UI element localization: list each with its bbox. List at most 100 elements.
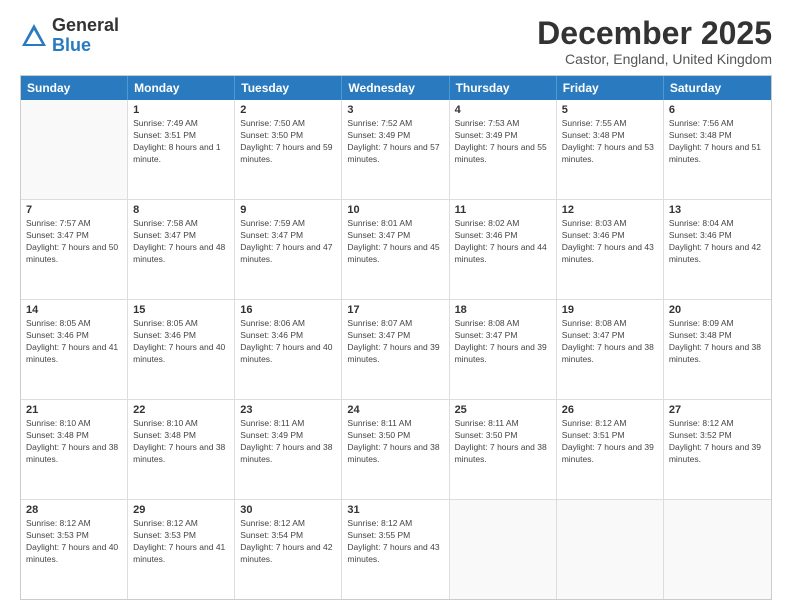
cell-info: Sunrise: 7:58 AMSunset: 3:47 PMDaylight:…	[133, 218, 229, 266]
day-number: 14	[26, 304, 122, 316]
calendar-body: 1 Sunrise: 7:49 AMSunset: 3:51 PMDaylight…	[21, 100, 771, 599]
cell-info: Sunrise: 8:08 AMSunset: 3:47 PMDaylight:…	[455, 318, 551, 366]
day-number: 1	[133, 104, 229, 116]
cell-info: Sunrise: 8:05 AMSunset: 3:46 PMDaylight:…	[133, 318, 229, 366]
calendar-cell: 31Sunrise: 8:12 AMSunset: 3:55 PMDayligh…	[342, 500, 449, 599]
cell-info: Sunrise: 8:12 AMSunset: 3:53 PMDaylight:…	[133, 518, 229, 566]
calendar-cell: 22 Sunrise: 8:10 AMSunset: 3:48 PMDayligh…	[128, 400, 235, 499]
header-day-wednesday: Wednesday	[342, 76, 449, 100]
month-title: December 2025	[537, 16, 772, 51]
cell-info: Sunrise: 7:52 AMSunset: 3:49 PMDaylight:…	[347, 118, 443, 166]
day-number: 19	[562, 304, 658, 316]
calendar-cell: 25Sunrise: 8:11 AMSunset: 3:50 PMDayligh…	[450, 400, 557, 499]
header-day-saturday: Saturday	[664, 76, 771, 100]
calendar-cell: 7 Sunrise: 7:57 AMSunset: 3:47 PMDaylight…	[21, 200, 128, 299]
cell-info: Sunrise: 8:12 AMSunset: 3:51 PMDaylight:…	[562, 418, 658, 466]
day-number: 2	[240, 104, 336, 116]
day-number: 13	[669, 204, 766, 216]
cell-info: Sunrise: 8:03 AMSunset: 3:46 PMDaylight:…	[562, 218, 658, 266]
calendar-cell: 6 Sunrise: 7:56 AMSunset: 3:48 PMDaylight…	[664, 100, 771, 199]
cell-info: Sunrise: 8:11 AMSunset: 3:49 PMDaylight:…	[240, 418, 336, 466]
calendar-cell: 5 Sunrise: 7:55 AMSunset: 3:48 PMDaylight…	[557, 100, 664, 199]
day-number: 28	[26, 504, 122, 516]
calendar-cell: 10 Sunrise: 8:01 AMSunset: 3:47 PMDayligh…	[342, 200, 449, 299]
calendar-cell: 16Sunrise: 8:06 AMSunset: 3:46 PMDayligh…	[235, 300, 342, 399]
cell-info: Sunrise: 8:04 AMSunset: 3:46 PMDaylight:…	[669, 218, 766, 266]
calendar-cell: 14 Sunrise: 8:05 AMSunset: 3:46 PMDayligh…	[21, 300, 128, 399]
calendar-row-2: 14 Sunrise: 8:05 AMSunset: 3:46 PMDayligh…	[21, 300, 771, 400]
calendar-cell: 27Sunrise: 8:12 AMSunset: 3:52 PMDayligh…	[664, 400, 771, 499]
cell-info: Sunrise: 7:57 AMSunset: 3:47 PMDaylight:…	[26, 218, 122, 266]
cell-info: Sunrise: 8:10 AMSunset: 3:48 PMDaylight:…	[133, 418, 229, 466]
day-number: 20	[669, 304, 766, 316]
calendar: SundayMondayTuesdayWednesdayThursdayFrid…	[20, 75, 772, 600]
title-block: December 2025 Castor, England, United Ki…	[537, 16, 772, 67]
cell-info: Sunrise: 8:10 AMSunset: 3:48 PMDaylight:…	[26, 418, 122, 466]
day-number: 15	[133, 304, 229, 316]
day-number: 12	[562, 204, 658, 216]
logo-icon	[20, 22, 48, 50]
calendar-cell: 11Sunrise: 8:02 AMSunset: 3:46 PMDayligh…	[450, 200, 557, 299]
cell-info: Sunrise: 7:56 AMSunset: 3:48 PMDaylight:…	[669, 118, 766, 166]
cell-info: Sunrise: 8:12 AMSunset: 3:52 PMDaylight:…	[669, 418, 766, 466]
page: General Blue December 2025 Castor, Engla…	[0, 0, 792, 612]
calendar-cell: 21 Sunrise: 8:10 AMSunset: 3:48 PMDayligh…	[21, 400, 128, 499]
calendar-cell	[21, 100, 128, 199]
logo: General Blue	[20, 16, 119, 56]
day-number: 21	[26, 404, 122, 416]
calendar-cell: 23 Sunrise: 8:11 AMSunset: 3:49 PMDayligh…	[235, 400, 342, 499]
calendar-cell: 17 Sunrise: 8:07 AMSunset: 3:47 PMDayligh…	[342, 300, 449, 399]
cell-info: Sunrise: 7:50 AMSunset: 3:50 PMDaylight:…	[240, 118, 336, 166]
header-day-friday: Friday	[557, 76, 664, 100]
day-number: 25	[455, 404, 551, 416]
calendar-cell	[557, 500, 664, 599]
calendar-cell: 2 Sunrise: 7:50 AMSunset: 3:50 PMDaylight…	[235, 100, 342, 199]
calendar-cell	[664, 500, 771, 599]
day-number: 23	[240, 404, 336, 416]
calendar-cell: 8Sunrise: 7:58 AMSunset: 3:47 PMDaylight…	[128, 200, 235, 299]
cell-info: Sunrise: 7:55 AMSunset: 3:48 PMDaylight:…	[562, 118, 658, 166]
cell-info: Sunrise: 8:09 AMSunset: 3:48 PMDaylight:…	[669, 318, 766, 366]
day-number: 24	[347, 404, 443, 416]
day-number: 9	[240, 204, 336, 216]
calendar-cell: 1 Sunrise: 7:49 AMSunset: 3:51 PMDaylight…	[128, 100, 235, 199]
calendar-header: SundayMondayTuesdayWednesdayThursdayFrid…	[21, 76, 771, 100]
header-day-thursday: Thursday	[450, 76, 557, 100]
calendar-cell: 9Sunrise: 7:59 AMSunset: 3:47 PMDaylight…	[235, 200, 342, 299]
day-number: 29	[133, 504, 229, 516]
header-day-monday: Monday	[128, 76, 235, 100]
cell-info: Sunrise: 7:53 AMSunset: 3:49 PMDaylight:…	[455, 118, 551, 166]
logo-text: General Blue	[52, 16, 119, 56]
location: Castor, England, United Kingdom	[537, 51, 772, 67]
day-number: 30	[240, 504, 336, 516]
day-number: 22	[133, 404, 229, 416]
calendar-cell: 15 Sunrise: 8:05 AMSunset: 3:46 PMDayligh…	[128, 300, 235, 399]
calendar-cell: 28Sunrise: 8:12 AMSunset: 3:53 PMDayligh…	[21, 500, 128, 599]
cell-info: Sunrise: 8:12 AMSunset: 3:54 PMDaylight:…	[240, 518, 336, 566]
calendar-cell: 24Sunrise: 8:11 AMSunset: 3:50 PMDayligh…	[342, 400, 449, 499]
calendar-row-1: 7 Sunrise: 7:57 AMSunset: 3:47 PMDaylight…	[21, 200, 771, 300]
cell-info: Sunrise: 8:12 AMSunset: 3:55 PMDaylight:…	[347, 518, 443, 566]
cell-info: Sunrise: 8:08 AMSunset: 3:47 PMDaylight:…	[562, 318, 658, 366]
day-number: 6	[669, 104, 766, 116]
cell-info: Sunrise: 7:49 AMSunset: 3:51 PMDaylight:…	[133, 118, 229, 166]
logo-blue: Blue	[52, 35, 91, 55]
calendar-cell: 3 Sunrise: 7:52 AMSunset: 3:49 PMDaylight…	[342, 100, 449, 199]
logo-general: General	[52, 15, 119, 35]
cell-info: Sunrise: 8:01 AMSunset: 3:47 PMDaylight:…	[347, 218, 443, 266]
cell-info: Sunrise: 8:06 AMSunset: 3:46 PMDaylight:…	[240, 318, 336, 366]
cell-info: Sunrise: 8:05 AMSunset: 3:46 PMDaylight:…	[26, 318, 122, 366]
calendar-cell: 12 Sunrise: 8:03 AMSunset: 3:46 PMDayligh…	[557, 200, 664, 299]
calendar-cell: 30 Sunrise: 8:12 AMSunset: 3:54 PMDayligh…	[235, 500, 342, 599]
day-number: 10	[347, 204, 443, 216]
cell-info: Sunrise: 8:07 AMSunset: 3:47 PMDaylight:…	[347, 318, 443, 366]
day-number: 7	[26, 204, 122, 216]
day-number: 26	[562, 404, 658, 416]
day-number: 11	[455, 204, 551, 216]
day-number: 3	[347, 104, 443, 116]
day-number: 17	[347, 304, 443, 316]
day-number: 18	[455, 304, 551, 316]
day-number: 5	[562, 104, 658, 116]
header-day-tuesday: Tuesday	[235, 76, 342, 100]
calendar-cell: 19 Sunrise: 8:08 AMSunset: 3:47 PMDayligh…	[557, 300, 664, 399]
